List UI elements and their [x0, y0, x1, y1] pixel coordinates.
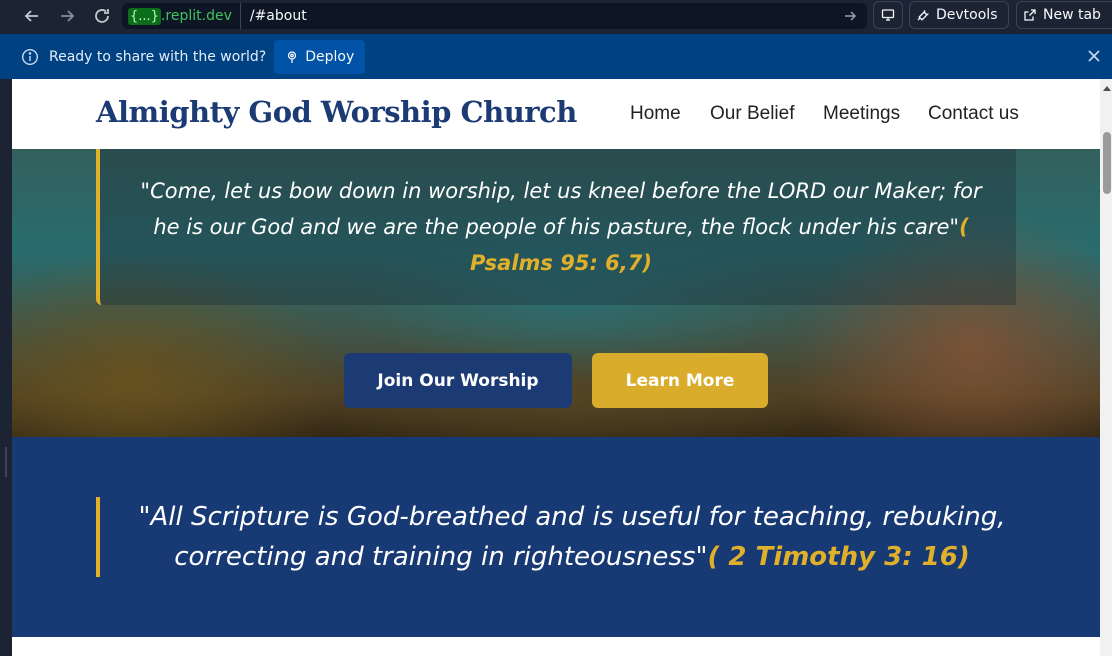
page-bottom — [12, 637, 1100, 656]
close-icon[interactable] — [1086, 48, 1102, 64]
deploy-icon — [288, 50, 297, 63]
scripture-section: "All Scripture is God-breathed and is us… — [12, 437, 1100, 637]
wrench-icon — [917, 10, 930, 21]
new-tab-button[interactable]: New tab — [1016, 1, 1112, 29]
info-icon — [21, 48, 39, 65]
left-gutter — [0, 79, 12, 656]
deploy-button[interactable]: Deploy — [274, 39, 366, 74]
nav-meetings-label: Meetings — [823, 103, 901, 124]
host-brace: {...} — [128, 7, 161, 25]
go-arrow-icon[interactable] — [841, 7, 859, 25]
address-bar[interactable]: {...} .replit.dev /#about — [122, 3, 867, 29]
devtools-label: Devtools — [936, 7, 998, 23]
learn-more-button[interactable]: Learn More — [592, 353, 768, 408]
resize-grip[interactable] — [5, 447, 7, 477]
site-header: Almighty God Worship Church Home Our Bel… — [12, 79, 1100, 149]
banner-message: Ready to share with the world? — [49, 48, 267, 65]
hero-section: "Come, let us bow down in worship, let u… — [12, 149, 1100, 437]
deploy-banner: Ready to share with the world? Deploy — [0, 34, 1112, 79]
nav-our-belief-label: Our Belief — [710, 103, 795, 124]
scrollbar-thumb[interactable] — [1103, 132, 1111, 194]
hero-quote: "Come, let us bow down in worship, let u… — [126, 173, 996, 281]
host-domain: .replit.dev — [160, 8, 232, 24]
browser-toolbar: {...} .replit.dev /#about Devtools New t… — [0, 0, 1112, 33]
site-logo[interactable]: Almighty God Worship Church — [96, 95, 577, 129]
hero-quote-box: "Come, let us bow down in worship, let u… — [96, 149, 1016, 305]
nav-home-label: Home — [630, 103, 681, 124]
scripture-quote: "All Scripture is God-breathed and is us… — [132, 497, 1012, 577]
forward-icon[interactable] — [51, 2, 83, 30]
address-host: {...} .replit.dev — [122, 3, 241, 29]
scripture-accent-bar — [96, 497, 100, 577]
new-tab-label: New tab — [1043, 7, 1101, 23]
page-viewport: Almighty God Worship Church Home Our Bel… — [12, 79, 1100, 656]
hero-quote-text: "Come, let us bow down in worship, let u… — [140, 179, 982, 239]
monitor-icon — [881, 9, 895, 21]
reload-icon[interactable] — [86, 2, 118, 30]
deploy-label: Deploy — [305, 48, 355, 65]
external-link-icon — [1024, 9, 1036, 21]
devtools-button[interactable]: Devtools — [909, 1, 1009, 29]
address-path[interactable]: /#about — [250, 8, 307, 24]
join-worship-button[interactable]: Join Our Worship — [344, 353, 572, 408]
scroll-up-icon[interactable] — [1103, 86, 1111, 91]
nav-contact-us-label: Contact us — [928, 103, 1019, 124]
scripture-reference: ( 2 Timothy 3: 16) — [707, 542, 970, 572]
screen-toggle-button[interactable] — [873, 1, 903, 29]
back-icon[interactable] — [16, 2, 48, 30]
